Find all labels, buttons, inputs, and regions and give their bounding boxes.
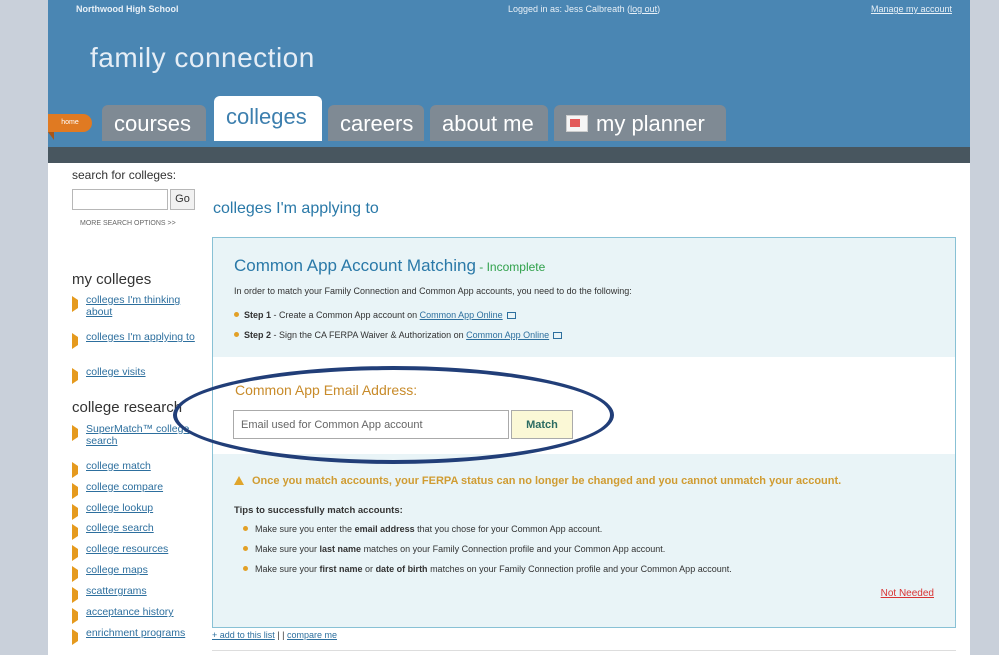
divider [212,650,956,651]
tab-colleges[interactable]: colleges [214,96,322,141]
common-app-panel: Common App Account Matching - Incomplete… [212,237,956,628]
brand-title: family connection [90,42,315,73]
not-needed-link[interactable]: Not Needed [881,588,934,599]
tab-careers[interactable]: careers [328,105,424,141]
go-button[interactable]: Go [170,189,195,210]
college-search-input[interactable] [72,189,168,210]
compare-me-link[interactable]: compare me [287,630,337,640]
warning-message: Once you match accounts, your FERPA stat… [234,475,841,487]
panel-intro-text: In order to match your Family Connection… [234,286,632,296]
home-tab-fold [48,132,54,140]
my-colleges-heading: my colleges [72,271,152,288]
tip-item: Make sure you enter the email address th… [243,524,602,534]
step-1: Step 1 - Create a Common App account on … [234,310,516,320]
tip-item: Make sure your last name matches on your… [243,544,665,554]
add-to-list-link[interactable]: + add to this list [212,630,275,640]
sidebar-item-college-match[interactable]: college match [72,460,202,478]
email-section [213,357,955,454]
logged-in-text: Logged in as: Jess Calbreath (log out) [508,4,661,14]
sidebar-item-scattergrams[interactable]: scattergrams [72,585,202,603]
tab-courses[interactable]: courses [102,105,206,141]
tab-about-me[interactable]: about me [430,105,548,141]
college-research-heading: college research [72,399,183,416]
step-2-link[interactable]: Common App Online [466,330,549,340]
more-search-options-link[interactable]: MORE SEARCH OPTIONS >> [80,220,176,227]
home-tab[interactable]: home [48,114,92,132]
external-window-icon [553,332,563,339]
school-name: Northwood High School [76,4,179,14]
tips-heading: Tips to successfully match accounts: [234,505,403,516]
sidebar-item-college-resources[interactable]: college resources [72,543,202,561]
bottom-links: + add to this list | | compare me [212,630,338,640]
tip-item: Make sure your first name or date of bir… [243,564,732,574]
search-label: search for colleges: [72,168,177,182]
sidebar-item-colleges-thinking[interactable]: colleges I'm thinking about [72,294,202,318]
external-window-icon [506,312,516,319]
sidebar-item-colleges-applying[interactable]: colleges I'm applying to [72,331,202,349]
warning-icon [234,476,244,485]
sidebar-item-supermatch[interactable]: SuperMatch™ college search [72,423,202,447]
sidebar-item-college-lookup[interactable]: college lookup [72,502,202,520]
sidebar-item-enrichment-programs[interactable]: enrichment programs [72,627,202,645]
status-badge: - Incomplete [475,260,546,274]
manage-account-link[interactable]: Manage my account [871,4,952,14]
page-title: colleges I'm applying to [213,200,379,217]
top-bar: Northwood High School Logged in as: Jess… [48,0,970,18]
site-header: Northwood High School Logged in as: Jess… [48,0,970,163]
sidebar-item-college-visits[interactable]: college visits [72,366,202,384]
main-tabs: home courses colleges careers about me m… [48,96,970,163]
sidebar-item-college-maps[interactable]: college maps [72,564,202,582]
tab-my-planner-label: my planner [596,111,705,136]
step-2: Step 2 - Sign the CA FERPA Waiver & Auth… [234,330,563,340]
panel-heading: Common App Account Matching - Incomplete [234,256,546,275]
tab-bar-shadow [48,147,970,163]
match-button[interactable]: Match [511,410,573,439]
sidebar-item-acceptance-history[interactable]: acceptance history [72,606,202,624]
step-1-link[interactable]: Common App Online [420,310,503,320]
logout-link[interactable]: log out [630,4,657,14]
common-app-email-input[interactable] [233,410,509,439]
planner-icon [566,115,588,132]
sidebar-item-college-compare[interactable]: college compare [72,481,202,499]
email-label: Common App Email Address: [235,382,418,398]
tab-my-planner[interactable]: my planner [554,105,726,141]
sidebar-item-college-search[interactable]: college search [72,522,202,540]
